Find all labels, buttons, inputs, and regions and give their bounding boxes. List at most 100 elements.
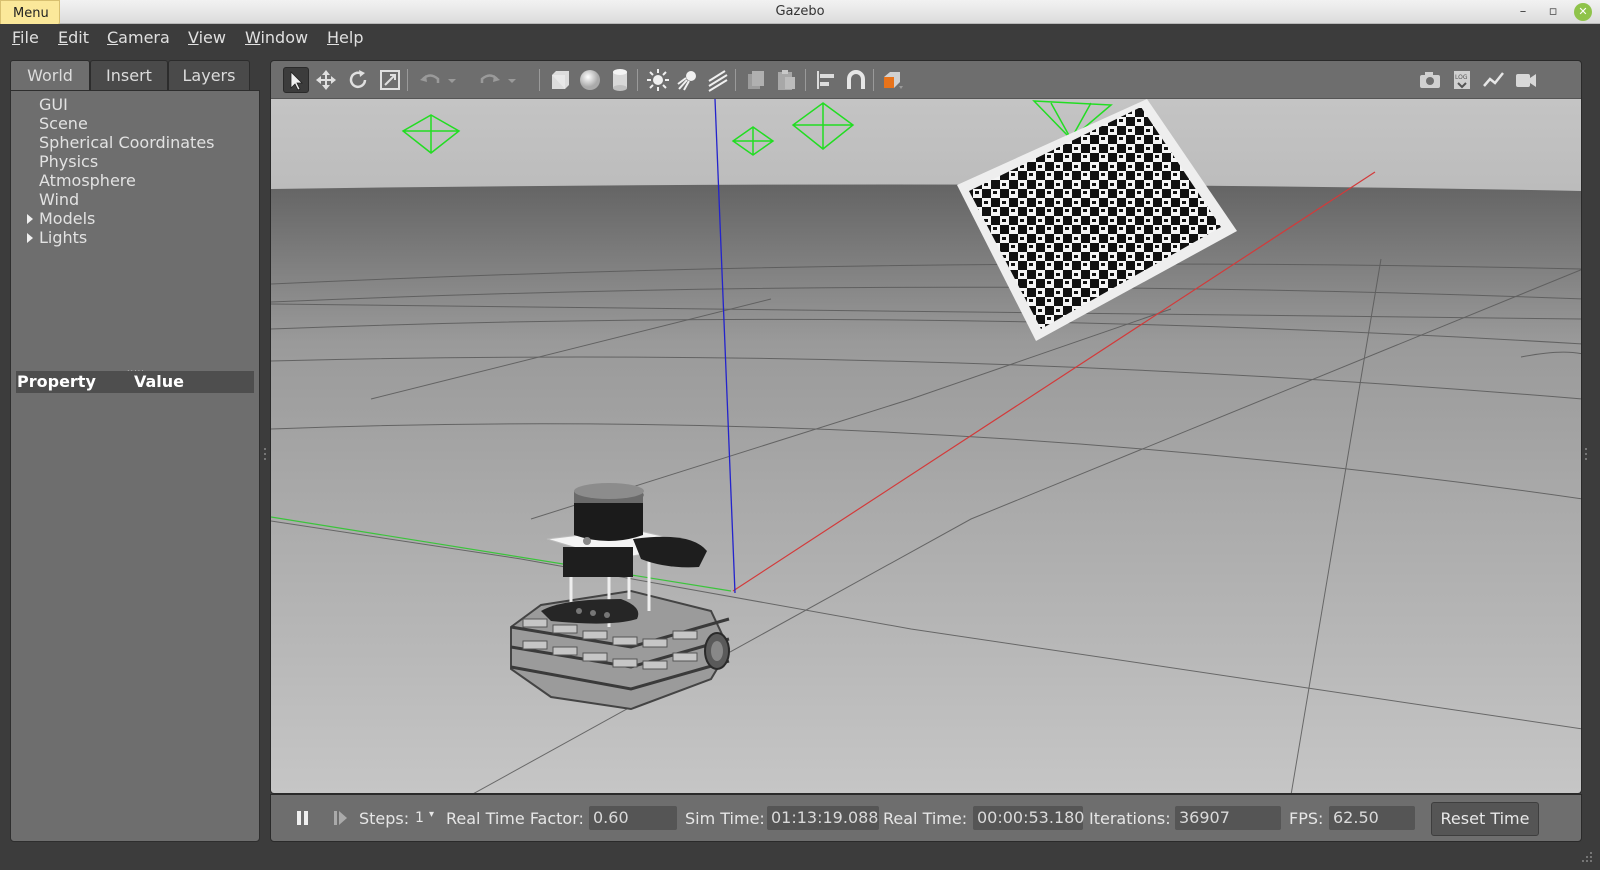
toolbar-separator [735,69,736,91]
menu-edit[interactable]: Edit [58,28,89,47]
close-button[interactable]: ✕ [1574,3,1592,21]
tree-item-atmosphere[interactable]: Atmosphere [39,171,136,190]
tree-item-lights[interactable]: Lights [27,228,88,247]
pause-button[interactable] [293,807,313,829]
menu-badge[interactable]: Menu [0,0,60,26]
steps-dropdown-icon[interactable]: ▾ [429,809,434,820]
tree-item-wind[interactable]: Wind [39,190,79,209]
value-column-header: Value [134,372,185,391]
menu-file-rest: ile [20,28,39,47]
spot-light-icon[interactable] [675,67,701,93]
menu-window-mnemonic: W [245,28,261,47]
cylinder-shape-icon[interactable] [607,67,633,93]
tree-item-lights-label: Lights [39,228,88,247]
left-splitter-handle[interactable] [263,446,267,464]
tree-item-scene[interactable]: Scene [39,114,88,133]
undo-dropdown-icon[interactable] [445,67,459,93]
tree-item-physics[interactable]: Physics [39,152,98,171]
menu-file-mnemonic: F [12,28,21,47]
steps-value[interactable]: 1 [415,810,424,826]
ground-plane [271,99,1581,793]
step-button[interactable] [331,807,351,829]
align-icon[interactable] [813,67,839,93]
menu-help[interactable]: Help [327,28,363,47]
property-table-header: Property Value [16,371,254,393]
3d-viewport[interactable]: LOG [270,60,1582,794]
scene-render[interactable] [271,99,1582,794]
toolbar: LOG [271,61,1581,99]
status-bar: Steps: 1 ▾ Real Time Factor: 0.60 Sim Ti… [270,794,1582,842]
fps-label: FPS: [1289,809,1324,828]
menu-camera-mnemonic: C [107,28,119,47]
world-panel: GUI Scene Spherical Coordinates Physics … [10,90,260,842]
scale-mode-icon[interactable] [377,67,403,93]
toolbar-separator [637,69,638,91]
tree-item-gui[interactable]: GUI [39,95,68,114]
minimize-button[interactable]: – [1514,3,1532,21]
menu-camera-rest: amera [118,28,170,47]
expand-arrow-icon[interactable] [27,233,33,243]
pause-icon [297,811,308,825]
toolbar-separator [407,69,408,91]
toolbar-separator [805,69,806,91]
menu-edit-rest: dit [68,28,89,47]
copy-icon[interactable] [743,67,769,93]
fps-value: 62.50 [1329,806,1415,830]
iterations-value: 36907 [1175,806,1281,830]
menu-help-rest: elp [339,28,364,47]
undo-icon[interactable] [417,67,443,93]
expand-arrow-icon[interactable] [27,214,33,224]
svg-text:LOG: LOG [1455,74,1468,81]
step-icon [334,811,347,825]
right-splitter-handle[interactable] [1584,446,1588,464]
resize-grip-icon[interactable] [1580,850,1594,864]
paste-icon[interactable] [773,67,799,93]
video-record-icon[interactable] [1513,67,1539,93]
translate-mode-icon[interactable] [313,67,339,93]
point-light-icon[interactable] [645,67,671,93]
window-title: Gazebo [775,4,825,19]
menu-window[interactable]: Window [245,28,308,47]
tree-item-models[interactable]: Models [27,209,96,228]
toolbar-separator [539,69,540,91]
sim-time-label: Sim Time: [685,809,765,828]
reset-time-button[interactable]: Reset Time [1431,802,1539,836]
menu-help-mnemonic: H [327,28,340,47]
tab-insert[interactable]: Insert [90,60,168,90]
menu-view-rest: iew [198,28,226,47]
sphere-shape-icon[interactable] [577,67,603,93]
screenshot-icon[interactable] [1417,67,1443,93]
menu-view-mnemonic: V [188,28,199,47]
iterations-label: Iterations: [1089,809,1171,828]
log-icon[interactable]: LOG [1449,67,1475,93]
menu-edit-mnemonic: E [58,28,69,47]
redo-dropdown-icon[interactable] [505,67,519,93]
tab-layers[interactable]: Layers [168,60,250,90]
window-titlebar: Gazebo – ▫ ✕ [0,0,1600,24]
steps-label: Steps: [359,809,410,828]
tree-item-spherical-coordinates[interactable]: Spherical Coordinates [39,133,215,152]
real-time-label: Real Time: [883,809,968,828]
plot-icon[interactable] [1481,67,1507,93]
sim-time-value: 01:13:19.088 [767,806,879,830]
sky [271,99,1581,191]
redo-icon[interactable] [477,67,503,93]
view-angle-icon[interactable] [879,67,905,93]
tree-item-models-label: Models [39,209,96,228]
real-time-value: 00:00:53.180 [973,806,1084,830]
select-mode-icon[interactable] [283,67,309,93]
real-time-factor-value: 0.60 [589,806,677,830]
directional-light-icon[interactable] [705,67,731,93]
rotate-mode-icon[interactable] [345,67,371,93]
tab-world[interactable]: World [10,60,90,90]
menubar: File Edit Camera View Window Help [0,24,1600,52]
real-time-factor-label: Real Time Factor: [446,809,584,828]
snap-icon[interactable] [843,67,869,93]
property-column-header: Property [17,372,96,391]
restore-button[interactable]: ▫ [1544,3,1562,21]
menu-camera[interactable]: Camera [107,28,170,47]
toolbar-separator [873,69,874,91]
menu-file[interactable]: File [12,28,39,47]
menu-view[interactable]: View [188,28,226,47]
box-shape-icon[interactable] [547,67,573,93]
